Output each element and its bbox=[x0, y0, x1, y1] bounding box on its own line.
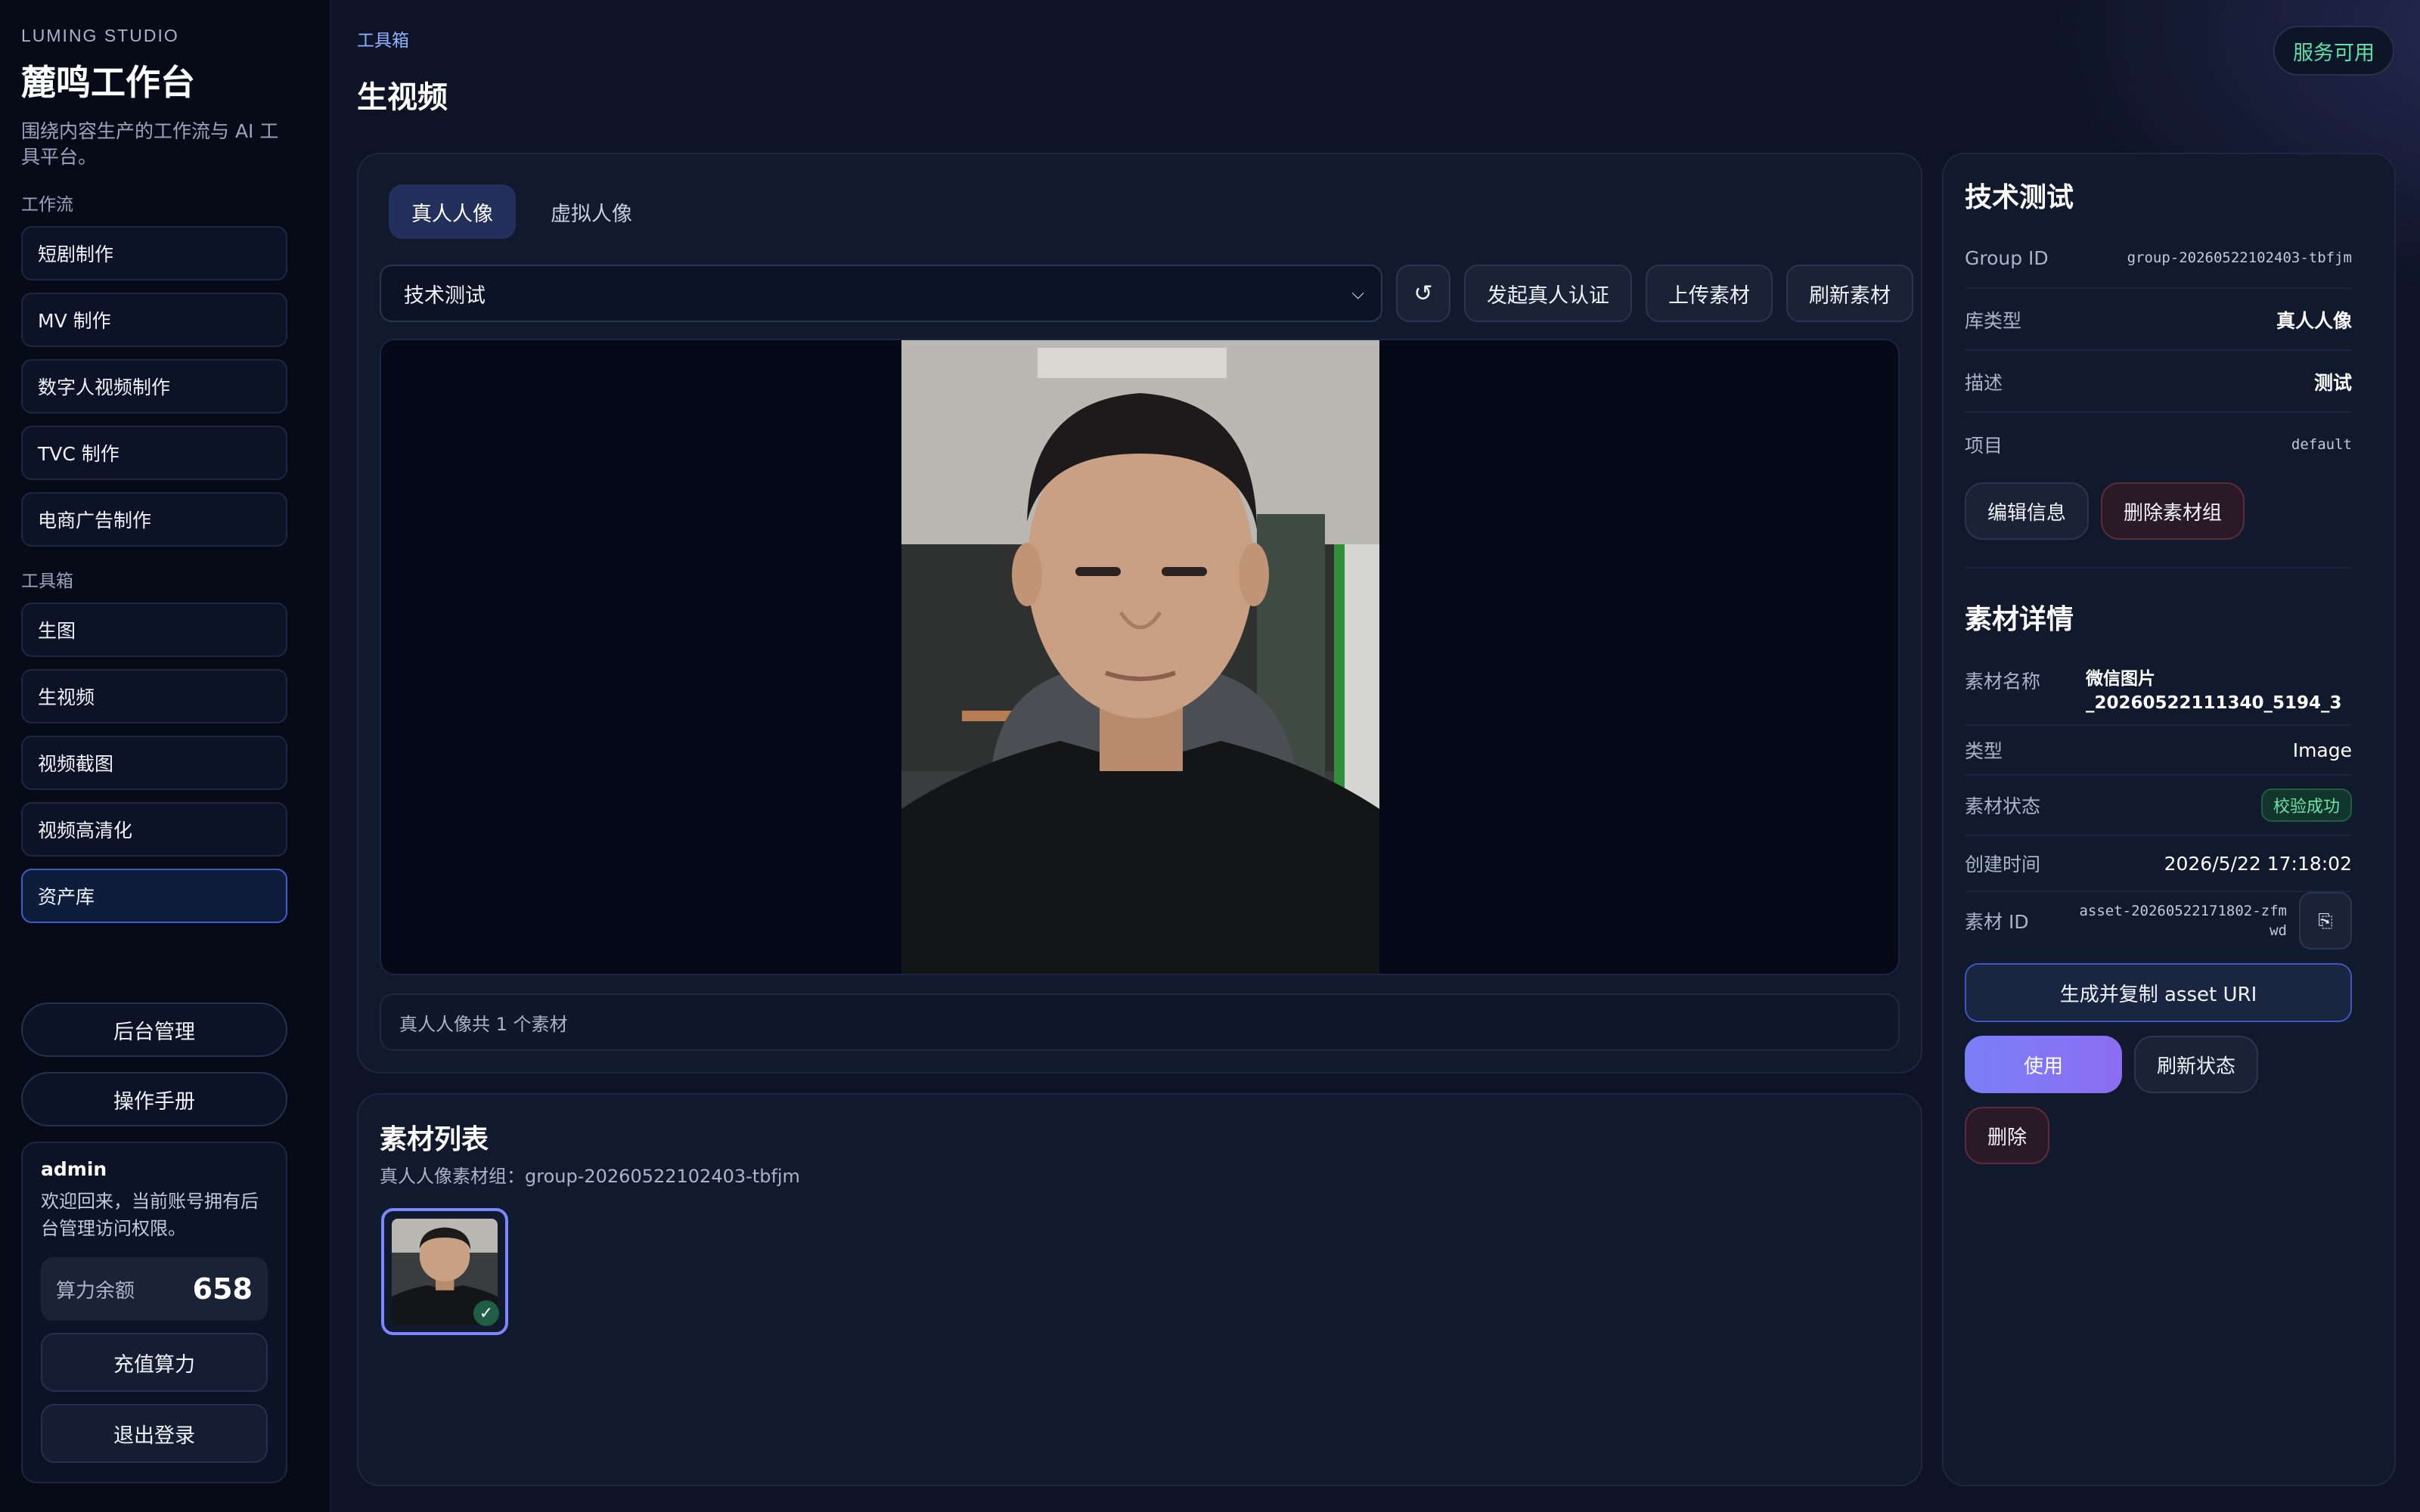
asset-id-line1: asset-20260522171802-zfm bbox=[2079, 903, 2287, 919]
status-badge: 校验成功 bbox=[2260, 789, 2352, 822]
quota-box: 算力余额 658 bbox=[41, 1257, 268, 1321]
sidebar-item-video-gen[interactable]: 生视频 bbox=[21, 669, 287, 723]
delete-asset-button[interactable]: 删除 bbox=[1965, 1107, 2050, 1164]
chevron-down-icon: ⌵ bbox=[1351, 284, 1364, 303]
service-status-badge: 服务可用 bbox=[2273, 26, 2394, 76]
project-label: 项目 bbox=[1965, 435, 2003, 457]
asset-detail-title: 素材详情 bbox=[1965, 604, 2074, 635]
project-row: 项目 default bbox=[1965, 414, 2352, 475]
breadcrumb[interactable]: 工具箱 bbox=[357, 26, 409, 51]
asset-name-line2: _20260522111340_5194_3 bbox=[2086, 693, 2342, 713]
sidebar-item-image-gen[interactable]: 生图 bbox=[21, 603, 287, 657]
project-value: default bbox=[2291, 436, 2352, 453]
sidebar-item-ecommerce-ad[interactable]: 电商广告制作 bbox=[21, 492, 287, 547]
brand-title: 麓鸣工作台 bbox=[21, 62, 195, 103]
recharge-button[interactable]: 充值算力 bbox=[41, 1333, 268, 1392]
tab-real-portrait[interactable]: 真人人像 bbox=[389, 184, 516, 239]
sidebar-item-video-upscale[interactable]: 视频高清化 bbox=[21, 802, 287, 857]
preview-toolbar: 技术测试 ⌵ ↺ 发起真人认证 上传素材 刷新素材 bbox=[380, 265, 1913, 322]
asset-list-title: 素材列表 bbox=[380, 1124, 489, 1155]
group-id-label: Group ID bbox=[1965, 246, 2049, 269]
sidebar-item-mv[interactable]: MV 制作 bbox=[21, 293, 287, 347]
detail-panel: 技术测试 Group ID group-20260522102403-tbfjm… bbox=[1942, 153, 2396, 1486]
asset-id-group: asset-20260522171802-zfm wd ⎘ bbox=[2079, 892, 2352, 950]
library-type-label: 库类型 bbox=[1965, 310, 2022, 332]
upload-asset-button[interactable]: 上传素材 bbox=[1646, 265, 1773, 322]
brand-description: 围绕内容生产的工作流与 AI 工具平台。 bbox=[21, 120, 279, 168]
asset-name-line1: 微信图片 bbox=[2086, 669, 2155, 689]
user-card: admin 欢迎回来，当前账号拥有后台管理访问权限。 算力余额 658 充值算力… bbox=[21, 1142, 287, 1483]
library-type-row: 库类型 真人人像 bbox=[1965, 290, 2352, 351]
group-title: 技术测试 bbox=[1965, 182, 2074, 213]
sidebar-item-asset-library[interactable]: 资产库 bbox=[21, 869, 287, 923]
asset-id-label: 素材 ID bbox=[1965, 911, 2029, 933]
asset-status-row: 素材状态 校验成功 bbox=[1965, 776, 2352, 836]
asset-id-line2: wd bbox=[2270, 922, 2287, 939]
brand-subtitle: LUMING STUDIO bbox=[21, 26, 179, 45]
tab-virtual-portrait[interactable]: 虚拟人像 bbox=[528, 184, 655, 239]
asset-id-row: 素材 ID asset-20260522171802-zfm wd ⎘ bbox=[1965, 892, 2352, 950]
description-value: 测试 bbox=[2313, 372, 2352, 394]
asset-thumbnail[interactable]: ✓ bbox=[381, 1208, 508, 1335]
main-content: 工具箱 生视频 服务可用 真人人像 虚拟人像 技术测试 ⌵ ↺ 发起真人认证 上… bbox=[331, 0, 2420, 1512]
group-id-value: group-20260522102403-tbfjm bbox=[2127, 249, 2352, 266]
use-button[interactable]: 使用 bbox=[1965, 1036, 2122, 1093]
user-name: admin bbox=[41, 1158, 107, 1180]
sidebar-item-short-drama[interactable]: 短剧制作 bbox=[21, 226, 287, 280]
asset-count-bar: 真人人像共 1 个素材 bbox=[380, 993, 1900, 1051]
refresh-status-button[interactable]: 刷新状态 bbox=[2134, 1036, 2259, 1093]
asset-type-value: Image bbox=[2292, 739, 2352, 761]
description-label: 描述 bbox=[1965, 372, 2003, 394]
group-select-value: 技术测试 bbox=[404, 284, 486, 308]
asset-name-label: 素材名称 bbox=[1965, 671, 2041, 692]
copy-icon[interactable]: ⎘ bbox=[2299, 892, 2352, 950]
sidebar-item-tvc[interactable]: TVC 制作 bbox=[21, 426, 287, 480]
asset-preview bbox=[380, 339, 1900, 975]
asset-list-subtitle: 真人人像素材组：group-20260522102403-tbfjm bbox=[380, 1166, 800, 1187]
quota-value: 658 bbox=[192, 1272, 253, 1306]
delete-group-button[interactable]: 删除素材组 bbox=[2101, 482, 2245, 540]
asset-name-value: 微信图片 _20260522111340_5194_3 bbox=[2086, 667, 2352, 715]
generate-uri-button[interactable]: 生成并复制 asset URI bbox=[1965, 963, 2352, 1022]
asset-type-row: 类型 Image bbox=[1965, 726, 2352, 776]
page-title: 生视频 bbox=[357, 80, 448, 115]
created-time-label: 创建时间 bbox=[1965, 854, 2041, 875]
preview-card: 真人人像 虚拟人像 技术测试 ⌵ ↺ 发起真人认证 上传素材 刷新素材 真人人像… bbox=[357, 153, 1922, 1074]
portrait-photo bbox=[901, 340, 1379, 974]
edit-info-button[interactable]: 编辑信息 bbox=[1965, 482, 2090, 540]
selected-check-icon: ✓ bbox=[473, 1300, 499, 1326]
group-id-row: Group ID group-20260522102403-tbfjm bbox=[1965, 228, 2352, 289]
verify-real-person-button[interactable]: 发起真人认证 bbox=[1464, 265, 1632, 322]
sidebar-item-video-capture[interactable]: 视频截图 bbox=[21, 736, 287, 790]
admin-button[interactable]: 后台管理 bbox=[21, 1002, 287, 1057]
asset-name-row: 素材名称 微信图片 _20260522111340_5194_3 bbox=[1965, 650, 2352, 726]
toolbox-section-label: 工具箱 bbox=[21, 572, 73, 591]
sidebar-item-digital-human[interactable]: 数字人视频制作 bbox=[21, 359, 287, 414]
sidebar: LUMING STUDIO 麓鸣工作台 围绕内容生产的工作流与 AI 工具平台。… bbox=[0, 0, 331, 1512]
group-select[interactable]: 技术测试 ⌵ bbox=[380, 265, 1382, 322]
library-type-value: 真人人像 bbox=[2276, 310, 2352, 332]
workflow-section-label: 工作流 bbox=[21, 195, 73, 215]
asset-list-card: 素材列表 真人人像素材组：group-20260522102403-tbfjm … bbox=[357, 1093, 1922, 1486]
refresh-assets-button[interactable]: 刷新素材 bbox=[1786, 265, 1913, 322]
refresh-icon-button[interactable]: ↺ bbox=[1396, 265, 1450, 322]
refresh-icon: ↺ bbox=[1413, 280, 1433, 307]
asset-id-value: asset-20260522171802-zfm wd bbox=[2079, 901, 2287, 940]
description-row: 描述 测试 bbox=[1965, 352, 2352, 413]
user-welcome: 欢迎回来，当前账号拥有后台管理访问权限。 bbox=[41, 1191, 259, 1239]
quota-label: 算力余额 bbox=[56, 1279, 135, 1303]
logout-button[interactable]: 退出登录 bbox=[41, 1404, 268, 1463]
library-tabs: 真人人像 虚拟人像 bbox=[389, 184, 655, 239]
asset-type-label: 类型 bbox=[1965, 740, 2003, 762]
manual-button[interactable]: 操作手册 bbox=[21, 1072, 287, 1126]
created-time-row: 创建时间 2026/5/22 17:18:02 bbox=[1965, 836, 2352, 892]
asset-status-label: 素材状态 bbox=[1965, 795, 2041, 817]
created-time-value: 2026/5/22 17:18:02 bbox=[2164, 852, 2352, 875]
section-divider bbox=[1965, 567, 2352, 569]
